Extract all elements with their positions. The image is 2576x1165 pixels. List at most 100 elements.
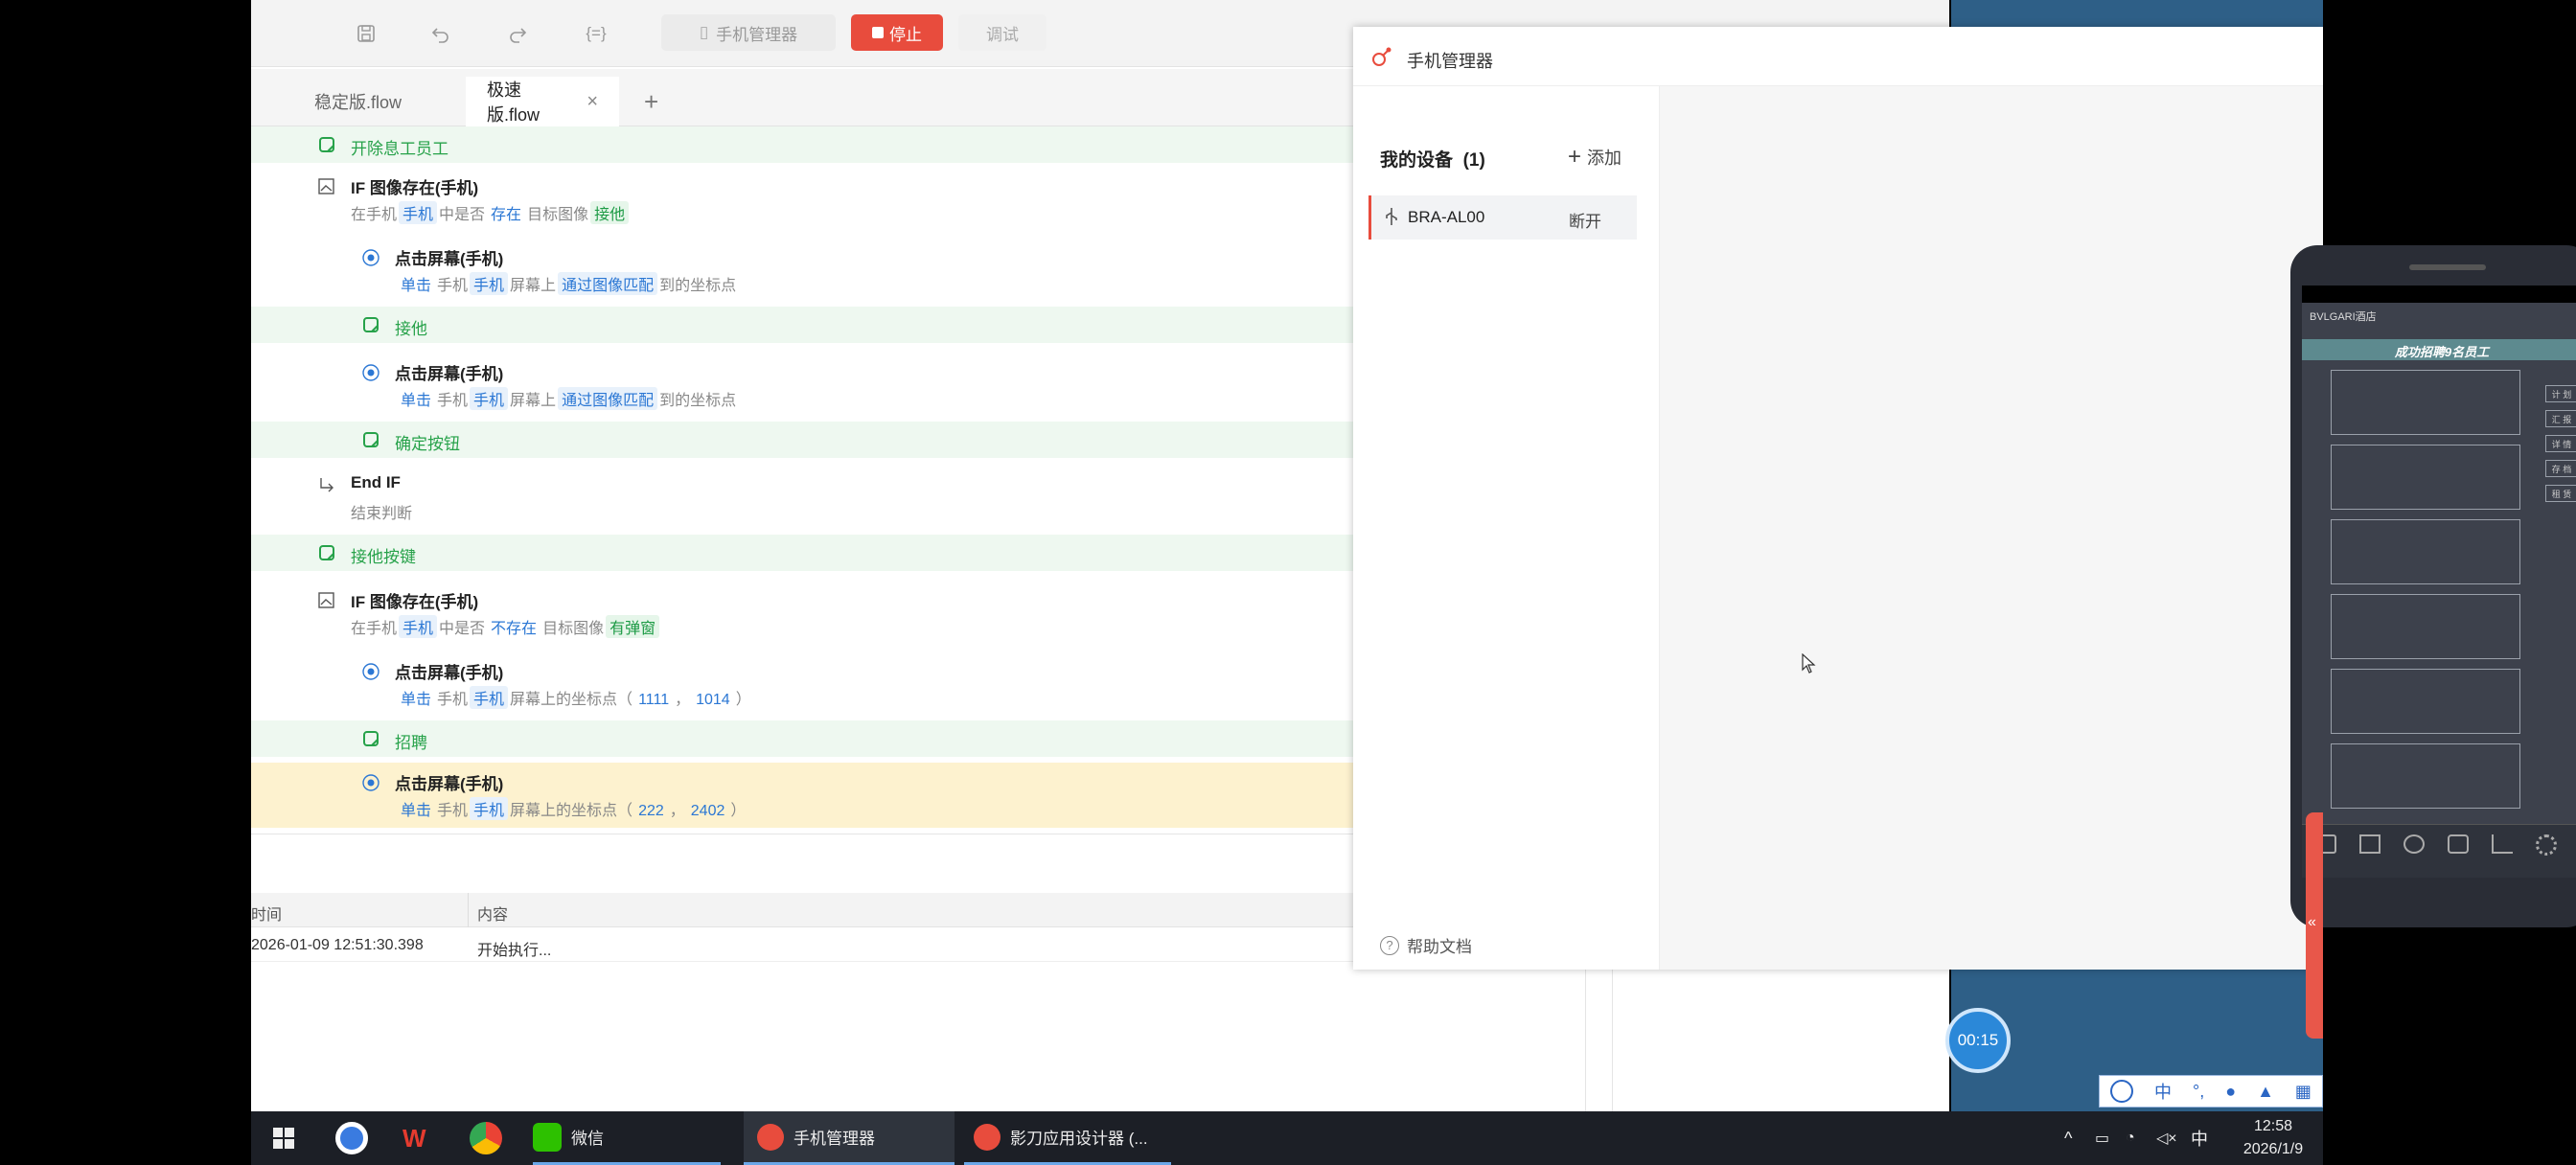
usb-icon — [1383, 207, 1400, 231]
ime-language-toggle[interactable]: 中 — [2154, 1079, 2172, 1104]
image-condition-icon — [316, 590, 337, 611]
desktop: {=} ▯ 手机管理器 停止 调试 稳定版.flow 极速版.flow × + … — [0, 0, 2576, 1165]
windows-start-icon[interactable] — [272, 1111, 295, 1165]
punctuation-icon[interactable]: °, — [2193, 1082, 2204, 1102]
close-icon[interactable]: × — [586, 91, 598, 113]
step-title: 点击屏幕(手机) — [395, 775, 504, 793]
clock-time: 12:58 — [2253, 1118, 2293, 1134]
my-devices-heading: 我的设备 (1) — [1380, 150, 1485, 171]
device-screen-area: BVLGARI酒店 成功招聘9名员工 计 划 汇 报 详 情 存 档 租 赁 — [1660, 86, 2576, 970]
step-description: 单击 手机 手机 屏幕上的坐标点（ 222， 2402） — [395, 797, 746, 820]
taskbar-wechat[interactable]: 微信 — [533, 1111, 721, 1165]
idea-icon[interactable] — [2448, 834, 2469, 854]
tap-icon — [360, 772, 381, 793]
ime-logo-icon[interactable] — [2110, 1080, 2133, 1103]
phone-side-button[interactable]: 租 赁 — [2545, 485, 2576, 502]
browser-icon[interactable] — [335, 1111, 368, 1165]
phone-screen[interactable]: BVLGARI酒店 成功招聘9名员工 计 划 汇 报 详 情 存 档 租 赁 — [2302, 303, 2576, 878]
chevron-left-icon: « — [2308, 914, 2316, 930]
mini-chart — [2331, 743, 2520, 809]
phone-manager-button[interactable]: ▯ 手机管理器 — [661, 14, 836, 51]
clock[interactable]: 12:58 2026/1/9 — [2225, 1115, 2321, 1161]
taskbar-designer[interactable]: 影刀应用设计器 (... — [964, 1111, 1171, 1165]
debug-label: 调试 — [986, 25, 1019, 44]
note-icon — [360, 728, 381, 749]
end-if-icon — [316, 473, 337, 494]
taskbar-phone-manager[interactable]: 手机管理器 — [744, 1111, 954, 1165]
taskbar: W 微信 手机管理器 影刀应用设计器 (... ^ ▭ ◔ ◁× 中 12:58… — [251, 1111, 2323, 1165]
note-icon — [316, 542, 337, 563]
tap-icon — [360, 661, 381, 682]
add-tab-button[interactable]: + — [623, 77, 671, 126]
mouse-cursor-icon — [1802, 652, 1817, 679]
tab-fast-flow[interactable]: 极速版.flow × — [466, 77, 619, 126]
plus-icon: + — [1568, 144, 1582, 170]
help-label: 帮助文档 — [1407, 938, 1472, 956]
disconnect-button[interactable]: 断开 — [1569, 208, 1601, 232]
log-time: 2026-01-09 12:51:30.398 — [251, 937, 424, 953]
tab-label: 稳定版.flow — [314, 93, 402, 112]
undo-icon[interactable] — [424, 17, 458, 50]
tap-icon — [360, 247, 381, 268]
wechat-icon — [533, 1122, 562, 1152]
phone-side-button[interactable]: 详 情 — [2545, 435, 2576, 452]
phone-manager-dialog: 手机管理器 我的设备 (1) + 添加 BRA-AL00 断开 ? 帮助文档 B… — [1353, 27, 2576, 970]
phone-side-button[interactable]: 计 划 — [2545, 385, 2576, 402]
variables-icon[interactable]: {=} — [579, 17, 613, 50]
tab-stable-flow[interactable]: 稳定版.flow — [293, 77, 477, 126]
phone-side-button[interactable]: 存 档 — [2545, 460, 2576, 477]
taskbar-label: 微信 — [571, 1130, 604, 1148]
timer-text: 00:15 — [1957, 1031, 1999, 1049]
book-icon[interactable] — [2359, 834, 2380, 854]
note-icon — [360, 429, 381, 450]
save-icon[interactable] — [349, 17, 383, 50]
note-text: 招聘 — [395, 734, 427, 752]
help-docs-link[interactable]: ? 帮助文档 — [1380, 933, 1472, 957]
ime-indicator[interactable]: 中 — [2191, 1111, 2208, 1165]
log-column-time: 时间 — [251, 907, 283, 924]
note-text: 接他按键 — [351, 548, 416, 566]
add-device-button[interactable]: + 添加 — [1568, 144, 1622, 171]
user-icon[interactable]: ▲ — [2257, 1082, 2274, 1102]
dialog-title: 手机管理器 — [1407, 52, 1493, 71]
stop-label: 停止 — [889, 25, 922, 44]
people-icon[interactable] — [2404, 834, 2425, 854]
debug-button[interactable]: 调试 — [958, 14, 1046, 51]
gear-icon[interactable] — [2536, 834, 2557, 856]
help-icon: ? — [1380, 935, 1399, 955]
note-icon — [316, 134, 337, 155]
banner-text: 成功招聘9名员工 — [2394, 345, 2490, 359]
ime-toolbar: 中 °, ● ▲ ▦ — [2099, 1075, 2323, 1108]
battery-icon[interactable]: ▭ — [2095, 1111, 2109, 1165]
step-description: 单击 手机 手机 屏幕上 通过图像匹配 到的坐标点 — [395, 387, 736, 410]
grid-icon[interactable]: ▦ — [2295, 1082, 2312, 1102]
phone-side-button[interactable]: 汇 报 — [2545, 410, 2576, 427]
mini-chart — [2331, 370, 2520, 435]
phone-manager-icon: ▯ — [699, 23, 709, 41]
step-title: 点击屏幕(手机) — [395, 664, 504, 682]
device-item[interactable]: BRA-AL00 断开 — [1368, 195, 1637, 240]
phone-mirror[interactable]: BVLGARI酒店 成功招聘9名员工 计 划 汇 报 详 情 存 档 租 赁 — [2290, 245, 2576, 927]
step-title: IF 图像存在(手机) — [351, 593, 479, 611]
note-icon — [360, 314, 381, 335]
stats-icon[interactable] — [2492, 834, 2513, 854]
step-title: 点击屏幕(手机) — [395, 250, 504, 268]
clock-date: 2026/1/9 — [2242, 1141, 2304, 1157]
wifi-icon[interactable]: ◔ — [2126, 1111, 2135, 1165]
stop-icon — [872, 27, 884, 38]
step-title: 点击屏幕(手机) — [395, 365, 504, 383]
volume-muted-icon[interactable]: ◁× — [2156, 1111, 2177, 1165]
side-collapse-handle[interactable]: « — [2306, 812, 2323, 1039]
microphone-icon[interactable]: ● — [2225, 1082, 2236, 1102]
phone-speaker — [2409, 264, 2486, 270]
mini-chart — [2331, 669, 2520, 734]
redo-icon[interactable] — [500, 17, 535, 50]
recording-timer[interactable]: 00:15 — [1945, 1008, 2011, 1073]
image-condition-icon — [316, 176, 337, 197]
taskbar-label: 手机管理器 — [794, 1130, 875, 1148]
stop-button[interactable]: 停止 — [851, 14, 943, 51]
wps-icon[interactable]: W — [402, 1111, 426, 1165]
phone-status-bar — [2302, 286, 2576, 303]
chrome-icon[interactable] — [470, 1111, 502, 1165]
tray-overflow-icon[interactable]: ^ — [2064, 1111, 2072, 1165]
